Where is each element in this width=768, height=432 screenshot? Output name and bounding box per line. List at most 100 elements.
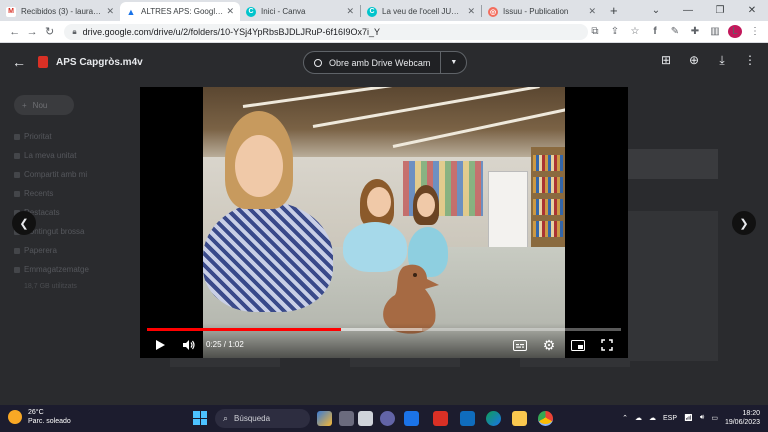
start-button[interactable] <box>193 411 207 425</box>
tab-canva-home[interactable]: C Inici - Canva ✕ <box>240 2 360 21</box>
minimize-icon[interactable]: — <box>672 5 704 16</box>
wifi-icon[interactable]: 📶︎ <box>684 414 693 422</box>
video-player[interactable]: 0:25 / 1:02 ⚙ <box>140 87 628 358</box>
edge-browser-icon[interactable] <box>486 411 501 426</box>
next-file-button[interactable]: ❯ <box>732 211 756 235</box>
side-panel-icon[interactable]: ▥ <box>708 26 722 37</box>
close-tab-icon[interactable]: ✕ <box>588 6 596 17</box>
windows-logo-icon <box>193 411 200 418</box>
back-icon[interactable]: ← <box>6 26 23 38</box>
address-bar[interactable]: 🔒︎ drive.google.com/drive/u/2/folders/10… <box>64 23 588 40</box>
close-tab-icon[interactable]: ✕ <box>106 6 114 17</box>
volume-button[interactable] <box>180 337 196 353</box>
file-thumbnail <box>628 149 718 179</box>
weather-widget[interactable]: 26°C Parc. soleado <box>8 408 71 426</box>
speaker-icon[interactable]: 🔊︎ <box>700 414 704 422</box>
cloud-icon[interactable]: ☁ <box>635 414 642 422</box>
more-options-icon[interactable]: ⋮ <box>742 53 758 68</box>
weather-temp: 26°C <box>28 409 44 416</box>
language-indicator[interactable]: ESP <box>663 415 677 422</box>
tab-issuu[interactable]: ◎ Issuu - Publication ✕ <box>482 2 602 21</box>
onedrive-icon[interactable]: ☁ <box>649 414 656 422</box>
file-thumbnail <box>628 211 718 361</box>
chevron-left-icon: ❮ <box>19 217 29 230</box>
close-tab-icon[interactable]: ✕ <box>226 6 234 17</box>
video-scene-child-face <box>417 193 435 217</box>
taskbar-clock[interactable]: 18:20 19/06/2023 <box>725 409 760 427</box>
play-button[interactable] <box>152 337 168 353</box>
video-progress-bar[interactable] <box>147 328 621 331</box>
file-viewer-header: ← APS Capgròs.m4v Obre amb Drive Webcam … <box>0 43 768 81</box>
teams-icon[interactable] <box>380 411 395 426</box>
captions-button[interactable] <box>512 337 528 353</box>
tab-gmail[interactable]: M Recibidos (3) - laurasafo@ ✕ <box>0 2 120 21</box>
video-scene-bookshelf <box>531 147 565 257</box>
new-tab-button[interactable]: + <box>602 3 626 18</box>
browser-menu-icon[interactable]: ⋮ <box>748 26 762 37</box>
video-scene-child-face <box>367 187 391 217</box>
video-time-display: 0:25 / 1:02 <box>206 340 244 349</box>
add-shortcut-icon[interactable]: ⊕ <box>686 53 702 68</box>
close-viewer-arrow-icon[interactable]: ← <box>4 54 34 70</box>
canva-icon: C <box>367 6 377 17</box>
chevron-up-icon[interactable]: ⌃ <box>622 414 628 422</box>
settings-button[interactable]: ⚙ <box>541 337 557 353</box>
weather-desc: Parc. soleado <box>28 418 71 425</box>
file-explorer-icon[interactable] <box>512 411 527 426</box>
fullscreen-button[interactable] <box>599 337 615 353</box>
close-tab-icon[interactable]: ✕ <box>346 6 354 17</box>
maximize-icon[interactable]: ❐ <box>704 5 736 16</box>
widgets-app-icon[interactable] <box>317 411 332 426</box>
open-with-button[interactable]: Obre amb Drive Webcam <box>304 52 440 73</box>
facebook-extension-icon[interactable]: f <box>648 26 662 37</box>
gear-icon: ⚙ <box>542 336 556 353</box>
windows-taskbar: 26°C Parc. soleado ⌕ Búsqueda ⌃ ☁ ☁ ESP … <box>0 405 768 432</box>
mail-icon[interactable] <box>460 411 475 426</box>
system-tray: ⌃ ☁ ☁ ESP 📶︎ 🔊︎ ▭ 18:20 19/06/2023 <box>622 409 760 427</box>
volume-icon <box>182 340 195 350</box>
gift-icon[interactable] <box>433 411 448 426</box>
previous-file-button[interactable]: ❮ <box>12 211 36 235</box>
miniplayer-button[interactable] <box>570 337 586 353</box>
extension-icon[interactable]: ✎ <box>668 26 682 37</box>
bookmark-star-icon[interactable]: ☆ <box>628 26 642 37</box>
play-icon <box>156 340 165 350</box>
task-view-icon[interactable] <box>339 411 354 426</box>
tab-title: La veu de l'ocell JUNY 20 <box>382 7 465 16</box>
sidebar-item-shared: Compartit amb mi <box>0 165 130 184</box>
lock-icon[interactable]: 🔒︎ <box>72 27 76 37</box>
share-icon[interactable]: ⇪ <box>608 26 622 37</box>
gmail-icon: M <box>6 6 16 17</box>
file-name: APS Capgròs.m4v <box>56 56 143 68</box>
video-progress-fill <box>147 328 342 331</box>
issuu-icon: ◎ <box>488 6 498 17</box>
taskbar-search-label: Búsqueda <box>234 414 271 423</box>
url-text: drive.google.com/drive/u/2/folders/10-YS… <box>82 26 381 37</box>
viewer-actions: ⊞ ⊕ ⤓ ⋮ <box>658 53 758 68</box>
download-icon[interactable]: ⤓ <box>714 53 730 68</box>
taskbar-search[interactable]: ⌕ Búsqueda <box>215 409 310 428</box>
video-scene-child-main <box>203 202 333 312</box>
close-tab-icon[interactable]: ✕ <box>467 6 475 17</box>
drive-icon: ▲ <box>126 6 136 17</box>
install-app-icon[interactable]: ⧉ <box>588 26 602 37</box>
tab-search-icon[interactable]: ⌄ <box>640 5 672 16</box>
tab-canva-design[interactable]: C La veu de l'ocell JUNY 20 ✕ <box>361 2 481 21</box>
file-explorer-small-icon[interactable] <box>358 411 373 426</box>
tab-title: Inici - Canva <box>261 7 306 16</box>
browser-toolbar: ← → ↻ 🔒︎ drive.google.com/drive/u/2/fold… <box>0 21 768 43</box>
battery-icon[interactable]: ▭ <box>711 414 718 422</box>
chrome-icon[interactable] <box>538 411 553 426</box>
open-with-dropdown[interactable]: ▼ <box>440 52 466 73</box>
forward-icon[interactable]: → <box>23 26 40 38</box>
windows-logo-icon <box>200 418 207 425</box>
puzzle-extensions-icon[interactable]: ✚ <box>688 26 702 37</box>
reload-icon[interactable]: ↻ <box>41 25 58 38</box>
sidebar-item-priority: Prioritat <box>0 127 130 146</box>
captions-icon <box>513 339 527 351</box>
close-window-icon[interactable]: ✕ <box>736 5 768 16</box>
add-to-folder-icon[interactable]: ⊞ <box>658 53 674 68</box>
profile-avatar[interactable]: L <box>728 25 742 38</box>
store-icon[interactable] <box>404 411 419 426</box>
tab-google-drive[interactable]: ▲ ALTRES APS: Google Drive ✕ <box>120 2 240 21</box>
